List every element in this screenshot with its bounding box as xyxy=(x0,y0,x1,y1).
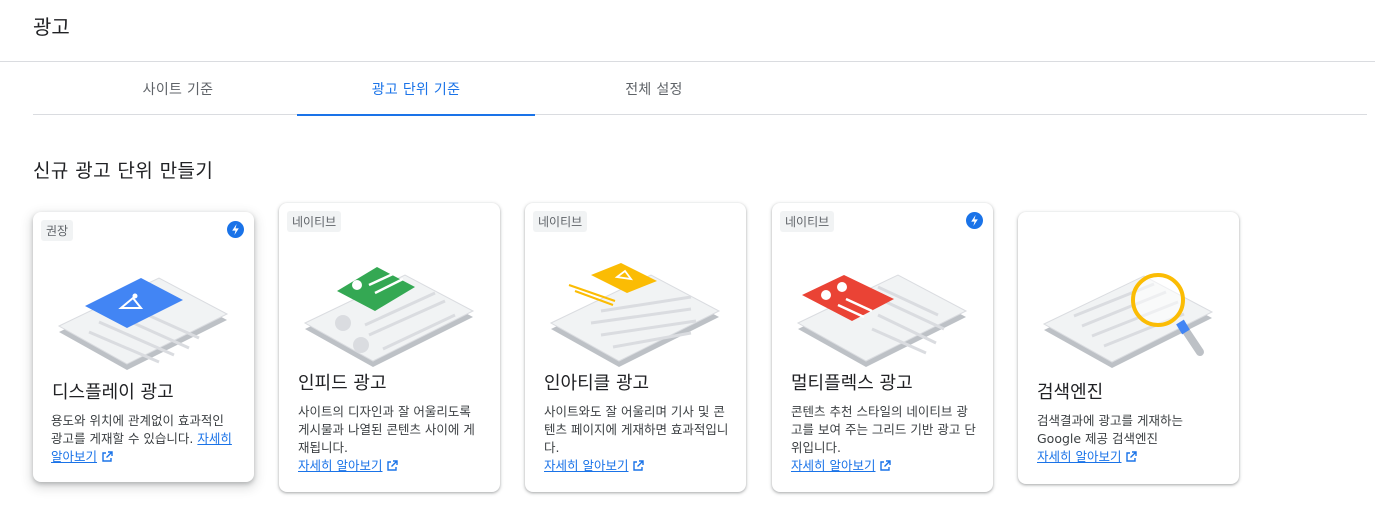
open-in-new-icon[interactable] xyxy=(386,460,399,472)
card-description: 검색결과에 광고를 게재하는 Google 제공 검색엔진 자세히 알아보기 xyxy=(1037,413,1183,464)
card-description: 사이트와도 잘 어울리며 기사 및 콘텐츠 페이지에 게재하면 효과적입니다. 자… xyxy=(544,404,729,473)
recommended-badge: 권장 xyxy=(41,220,74,241)
card-description: 콘텐츠 추천 스타일의 네이티브 광고를 보여 주는 그리드 기반 광고 단위입… xyxy=(791,404,976,473)
in-article-ads-card[interactable]: 네이티브 인아티클 광고 사이트와도 잘 어울리며 기사 및 콘텐츠 페이지에 … xyxy=(525,203,746,492)
section-title: 신규 광고 단위 만들기 xyxy=(33,160,214,182)
card-title: 디스플레이 광고 xyxy=(52,382,174,403)
search-engine-card[interactable]: 검색엔진 검색결과에 광고를 게재하는 Google 제공 검색엔진 자세히 알아… xyxy=(1018,212,1239,484)
native-badge: 네이티브 xyxy=(780,211,835,232)
bolt-icon xyxy=(966,212,983,229)
learn-more-link[interactable]: 자세히 알아보기 xyxy=(1037,449,1121,464)
bolt-icon xyxy=(227,221,244,238)
multiplex-ads-card[interactable]: 네이티브 멀티플렉스 광고 콘텐츠 추천 스타일의 네이티브 광고를 보여 주는… xyxy=(772,203,993,492)
card-description: 사이트의 디자인과 잘 어울리도록 게시물과 나열된 콘텐츠 사이에 게재됩니다… xyxy=(298,404,475,473)
display-ads-card[interactable]: 권장 디스플레이 광고 용도와 위치에 관계없이 효과적인 광고를 게재할 수 … xyxy=(33,212,254,482)
search-engine-illustration xyxy=(1042,273,1214,368)
open-in-new-icon[interactable] xyxy=(1125,451,1138,463)
multiplex-ad-illustration xyxy=(796,274,968,367)
native-badge: 네이티브 xyxy=(287,211,342,232)
tab-by-ad-unit[interactable]: 광고 단위 기준 xyxy=(297,62,535,116)
open-in-new-icon[interactable] xyxy=(101,451,113,463)
learn-more-link[interactable]: 자세히 알아보기 xyxy=(791,458,875,473)
card-description: 용도와 위치에 관계없이 효과적인 광고를 게재할 수 있습니다. 자세히 알아… xyxy=(51,413,232,464)
card-title: 인피드 광고 xyxy=(298,373,387,394)
in-article-ad-illustration xyxy=(549,263,721,367)
learn-more-link[interactable]: 자세히 알아보기 xyxy=(544,458,628,473)
open-in-new-icon[interactable] xyxy=(632,460,645,472)
learn-more-link[interactable]: 자세히 알아보기 xyxy=(298,458,382,473)
card-title: 검색엔진 xyxy=(1037,382,1104,403)
open-in-new-icon[interactable] xyxy=(879,460,892,472)
native-badge: 네이티브 xyxy=(533,211,588,232)
card-title: 인아티클 광고 xyxy=(544,373,650,394)
display-ad-illustration xyxy=(57,277,229,370)
in-feed-ad-illustration xyxy=(303,267,475,367)
tab-bar: 사이트 기준 광고 단위 기준 전체 설정 xyxy=(33,62,1367,116)
page-title: 광고 xyxy=(33,15,70,39)
card-title: 멀티플렉스 광고 xyxy=(791,373,913,394)
in-feed-ads-card[interactable]: 네이티브 인피드 광고 사이트의 디자인과 잘 어울리도록 게시물과 나열된 콘… xyxy=(279,203,500,492)
tab-global-settings[interactable]: 전체 설정 xyxy=(535,62,773,115)
tab-by-site[interactable]: 사이트 기준 xyxy=(59,62,297,115)
top-bar: 광고 xyxy=(0,0,1375,62)
